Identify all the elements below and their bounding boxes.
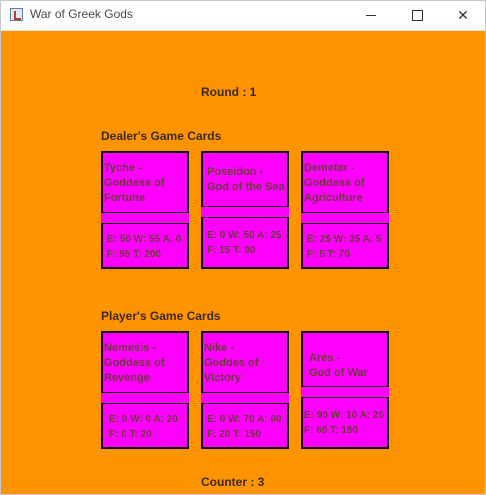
- card-name: Nemesis - Goddess of Revenge: [104, 342, 165, 384]
- card-stats: E: 0 W: 50 A: 25 F: 15 T: 90: [207, 230, 282, 256]
- java-cup-icon: [10, 8, 23, 21]
- card-name: Ares - God of War: [309, 352, 368, 379]
- card-stats: E: 90 W: 10 A: 20 F: 60 T: 180: [304, 410, 385, 436]
- player-card-2[interactable]: Nike - Goddes of Victory E: 0 W: 70 A: 6…: [201, 331, 289, 449]
- round-label: Round : 1: [201, 85, 257, 99]
- maximize-icon: [411, 10, 423, 21]
- title-bar[interactable]: War of Greek Gods ✕: [1, 1, 485, 31]
- card-divider: [201, 392, 289, 404]
- card-divider: [301, 212, 389, 224]
- dealer-card-3[interactable]: Demeter - Goddess of Agriculture E: 25 W…: [301, 151, 389, 269]
- card-stats: E: 25 W: 35 A: 5 F: 5 T: 70: [307, 234, 382, 260]
- card-name: Tyche - Goddess of Fortune: [104, 162, 165, 204]
- close-icon: ✕: [457, 7, 469, 24]
- minimize-button[interactable]: [348, 1, 394, 30]
- minimize-icon: [366, 15, 376, 16]
- card-name: Demeter - Goddess of Agriculture: [304, 162, 365, 204]
- game-panel: Round : 1 Dealer's Game Cards Tyche - Go…: [1, 30, 485, 494]
- close-button[interactable]: ✕: [440, 1, 486, 30]
- window-title: War of Greek Gods: [30, 7, 133, 21]
- maximize-button[interactable]: [394, 1, 440, 30]
- card-name: Nike - Goddes of Victory: [204, 342, 259, 384]
- card-divider: [201, 206, 289, 218]
- card-divider: [101, 392, 189, 404]
- card-stats: E: 50 W: 55 A: 0 F: 95 T: 200: [107, 234, 182, 260]
- dealer-heading: Dealer's Game Cards: [101, 129, 222, 143]
- counter-label: Counter : 3: [201, 475, 265, 489]
- card-divider: [101, 212, 189, 224]
- player-card-1[interactable]: Nemesis - Goddess of Revenge E: 0 W: 0 A…: [101, 331, 189, 449]
- player-heading: Player's Game Cards: [101, 309, 221, 323]
- card-stats: E: 0 W: 0 A: 20 F: 0 T: 20: [109, 414, 178, 440]
- card-stats: E: 0 W: 70 A: 60 F: 20 T: 150: [207, 414, 282, 440]
- card-divider: [301, 386, 389, 398]
- player-card-3[interactable]: Ares - God of War E: 90 W: 10 A: 20 F: 6…: [301, 331, 389, 449]
- card-name: Poseidon - God of the Sea: [207, 166, 285, 193]
- app-window: War of Greek Gods ✕ Round : 1 Dealer's G…: [0, 0, 486, 495]
- dealer-card-1[interactable]: Tyche - Goddess of Fortune E: 50 W: 55 A…: [101, 151, 189, 269]
- dealer-card-2[interactable]: Poseidon - God of the Sea E: 0 W: 50 A: …: [201, 151, 289, 269]
